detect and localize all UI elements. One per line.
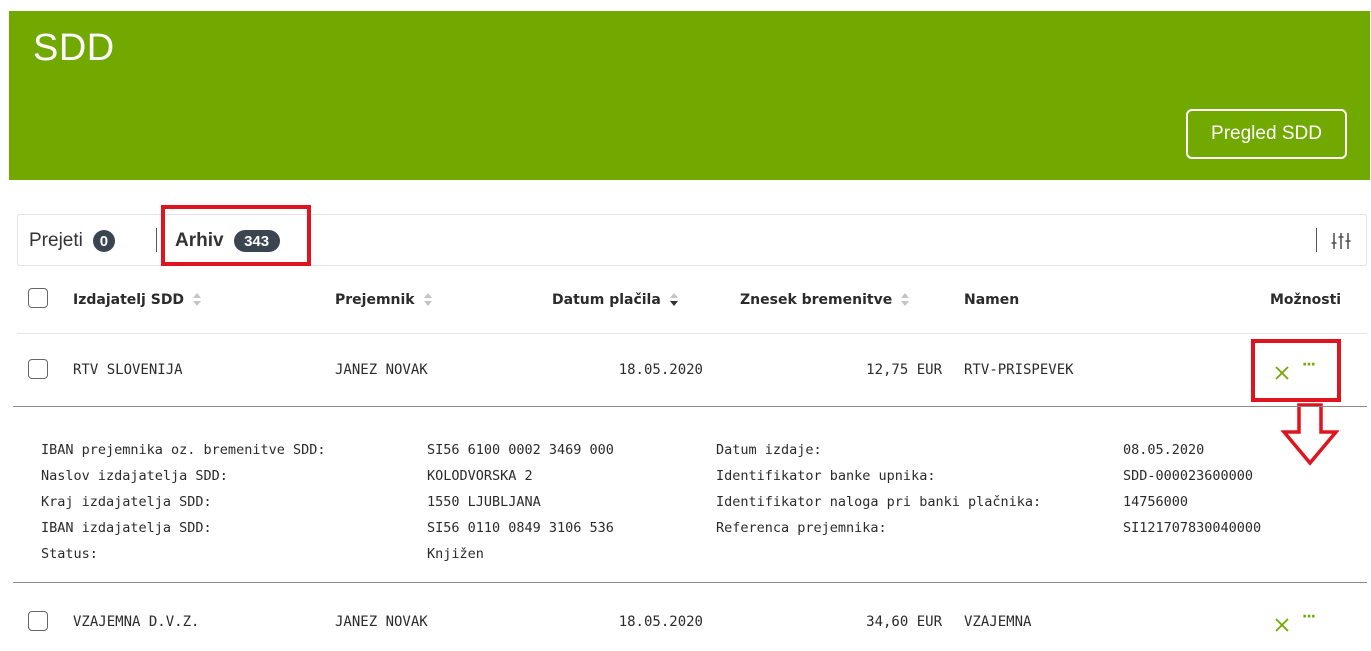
highlight-arhiv-tab <box>161 205 311 266</box>
detail-value: SI56 6100 0002 3469 000 <box>427 442 614 458</box>
more-icon[interactable]: ··· <box>1302 609 1316 625</box>
detail-label: Referenca prejemnika: <box>716 520 887 536</box>
sliders-icon[interactable] <box>1330 231 1352 251</box>
page-title: SDD <box>33 27 115 69</box>
cell-recipient: JANEZ NOVAK <box>335 614 428 630</box>
detail-label: IBAN izdajatelja SDD: <box>41 520 212 536</box>
table-row[interactable]: VZAJEMNA D.V.Z. JANEZ NOVAK 18.05.2020 3… <box>17 587 1367 651</box>
detail-value: SI56 0110 0849 3106 536 <box>427 520 614 536</box>
column-label: Izdajatelj SDD <box>73 292 185 308</box>
sort-icon <box>423 292 433 308</box>
cell-purpose: VZAJEMNA <box>964 614 1032 630</box>
overview-sdd-button[interactable]: Pregled SDD <box>1186 109 1347 159</box>
column-header-amount[interactable]: Znesek bremenitve <box>740 270 910 330</box>
tab-label: Prejeti <box>29 230 83 251</box>
row-divider <box>13 406 1367 407</box>
column-label: Prejemnik <box>335 292 415 308</box>
table-row[interactable]: RTV SLOVENIJA JANEZ NOVAK 18.05.2020 12,… <box>17 335 1367 405</box>
column-label: Možnosti <box>1270 292 1342 308</box>
cell-payment-date: 18.05.2020 <box>618 614 703 630</box>
toolbar-divider <box>1316 228 1317 252</box>
cell-purpose: RTV-PRISPEVEK <box>964 362 1074 378</box>
column-header-issuer[interactable]: Izdajatelj SDD <box>73 270 202 330</box>
row-checkbox[interactable] <box>28 359 48 379</box>
column-header-recipient[interactable]: Prejemnik <box>335 270 433 330</box>
column-header-purpose: Namen <box>964 270 1019 330</box>
row-divider <box>13 582 1367 583</box>
sort-icon <box>900 292 910 308</box>
sort-icon <box>192 292 202 308</box>
detail-label: Datum izdaje: <box>716 442 822 458</box>
select-all-checkbox[interactable] <box>28 288 48 308</box>
detail-value: 1550 LJUBLJANA <box>427 494 541 510</box>
detail-value: SDD-000023600000 <box>1123 468 1254 484</box>
cell-issuer: RTV SLOVENIJA <box>73 362 183 378</box>
column-header-payment-date[interactable]: Datum plačila <box>552 270 679 330</box>
detail-value: SI121707830040000 <box>1123 520 1262 536</box>
count-badge: 0 <box>92 230 115 252</box>
detail-value: 08.05.2020 <box>1123 442 1205 458</box>
detail-label: IBAN prejemnika oz. bremenitve SDD: <box>41 442 326 458</box>
detail-label: Identifikator banke upnika: <box>716 468 936 484</box>
table-header: Izdajatelj SDD Prejemnik Datum plačila Z… <box>17 270 1367 334</box>
detail-label: Identifikator naloga pri banki plačnika: <box>716 494 1042 510</box>
tab-prejeti[interactable]: Prejeti 0 <box>29 215 115 267</box>
page-header: SDD Pregled SDD <box>9 11 1370 180</box>
detail-label: Naslov izdajatelja SDD: <box>41 468 228 484</box>
cell-payment-date: 18.05.2020 <box>618 362 703 378</box>
detail-value: KOLODVORSKA 2 <box>427 468 533 484</box>
row-checkbox[interactable] <box>28 611 48 631</box>
row-details: IBAN prejemnika oz. bremenitve SDD: SI56… <box>17 408 1367 583</box>
detail-value: 14756000 <box>1123 494 1189 510</box>
detail-value: Knjižen <box>427 546 484 562</box>
detail-label: Status: <box>41 546 98 562</box>
cell-amount: 12,75 EUR <box>866 362 942 378</box>
cell-recipient: JANEZ NOVAK <box>335 362 428 378</box>
highlight-actions <box>1251 339 1341 402</box>
column-label: Znesek bremenitve <box>740 292 893 308</box>
cell-amount: 34,60 EUR <box>866 614 942 630</box>
column-label: Datum plačila <box>552 292 661 308</box>
sort-desc-icon <box>669 292 679 308</box>
column-label: Namen <box>964 292 1020 308</box>
cell-issuer: VZAJEMNA D.V.Z. <box>73 614 200 630</box>
detail-label: Kraj izdajatelja SDD: <box>41 494 212 510</box>
column-header-options: Možnosti <box>1270 270 1341 330</box>
tab-divider <box>156 228 157 252</box>
close-icon[interactable] <box>1273 616 1291 634</box>
